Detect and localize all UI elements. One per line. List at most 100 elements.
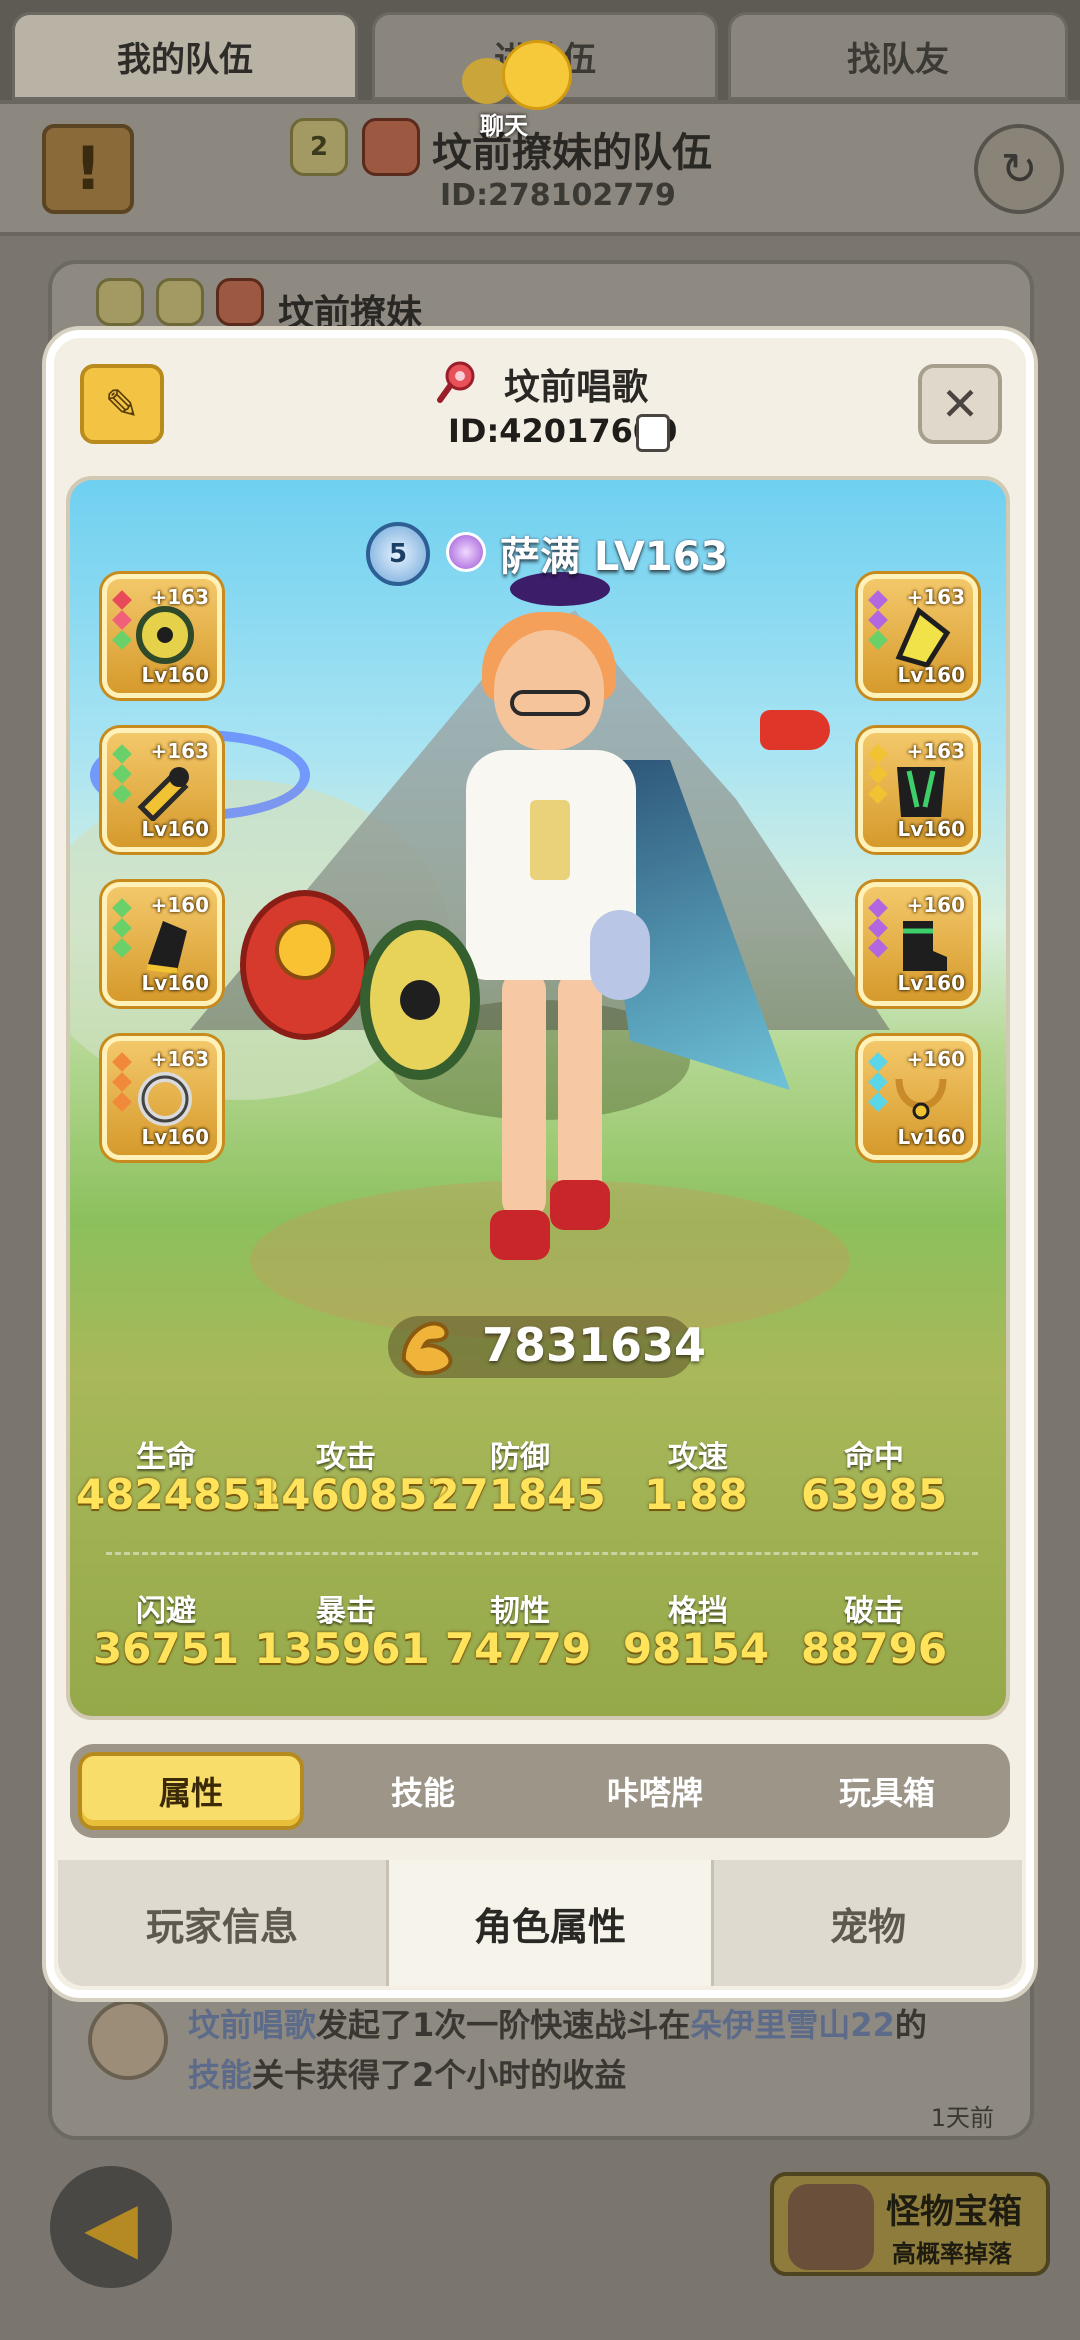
equip-slot-right-3[interactable]: +160 Lv160 [858, 882, 978, 1006]
stat-value-dodge: 36751 [92, 1624, 240, 1673]
character-shoe [550, 1180, 610, 1230]
tab-character-attributes[interactable]: 角色属性 [389, 1860, 711, 1986]
return-icon[interactable]: ↻ [974, 124, 1064, 214]
gem-icon [112, 784, 132, 804]
character-scene: 5 萨满 LV163 +163 Lv160 +163 Lv160 +160 Lv… [66, 476, 1010, 1720]
gem-icon [868, 1052, 888, 1072]
gem-icon [868, 744, 888, 764]
equip-slot-left-4[interactable]: +163 Lv160 [102, 1036, 222, 1160]
activity-feed-item: 坟前唱歌发起了1次一阶快速战斗在朵伊里雪山22的 技能关卡获得了2个小时的收益 … [48, 1980, 1034, 2140]
gem-icon [112, 918, 132, 938]
copy-icon[interactable] [636, 414, 670, 452]
character-glasses [510, 690, 590, 716]
character-leg [558, 970, 602, 1200]
team-level-badge-icon: 2 [290, 118, 348, 176]
equip-plus: +160 [906, 893, 965, 917]
gem-icon [868, 1092, 888, 1112]
feed-line-1: 坟前唱歌发起了1次一阶快速战斗在朵伊里雪山22的 [188, 2000, 927, 2046]
tab-my-team[interactable]: 我的队伍 [12, 12, 358, 100]
chest-title: 怪物宝箱 [886, 2192, 1022, 2232]
feed-player-name[interactable]: 坟前唱歌 [188, 2006, 316, 2044]
gem-icon [868, 630, 888, 650]
stat-value-block: 98154 [622, 1624, 770, 1673]
rocket-projectile [760, 710, 830, 750]
stat-value-atkspd: 1.88 [644, 1470, 748, 1519]
tab-cards[interactable]: 咔嗒牌 [542, 1752, 768, 1830]
equip-slot-right-2[interactable]: +163 Lv160 [858, 728, 978, 852]
member-name: 坟前撩妹 [278, 293, 423, 334]
team-id: ID:278102779 [440, 178, 676, 213]
equip-slot-left-3[interactable]: +160 Lv160 [102, 882, 222, 1006]
class-rank-badge-icon: 5 [366, 522, 430, 586]
member-level-icon [156, 278, 204, 326]
stat-value-tenacity: 74779 [444, 1624, 592, 1673]
tab-skills[interactable]: 技能 [310, 1752, 536, 1830]
feed-link[interactable]: 技能 [188, 2056, 252, 2094]
equip-slot-left-1[interactable]: +163 Lv160 [102, 574, 222, 698]
gloves-gear-icon [146, 921, 187, 974]
equip-plus: +160 [150, 893, 209, 917]
gem-icon [868, 590, 888, 610]
feed-location[interactable]: 朵伊里雪山22 [690, 2006, 895, 2044]
equip-plus: +163 [150, 1047, 209, 1071]
robot-face [275, 920, 335, 980]
tab-toybox[interactable]: 玩具箱 [774, 1752, 1000, 1830]
muscle-power-icon [401, 1321, 453, 1376]
stat-value-crit: 135961 [254, 1624, 430, 1673]
gem-icon [112, 764, 132, 784]
tab-pet[interactable]: 宠物 [714, 1860, 1022, 1986]
feed-text-2: 关卡获得了2个小时的收益 [252, 2056, 627, 2094]
gem-icon [868, 938, 888, 958]
tab-attributes[interactable]: 属性 [78, 1752, 304, 1830]
stat-value-hp: 4824853 [76, 1470, 281, 1519]
necklace-gear-icon [895, 1078, 947, 1120]
tab-find-teammate[interactable]: 找队友 [728, 12, 1068, 100]
helmet-gear-icon [895, 607, 951, 667]
gem-icon [112, 898, 132, 918]
boots-gear-icon [903, 921, 947, 971]
stat-value-atk: 1460857 [252, 1470, 457, 1519]
equip-level: Lv160 [897, 663, 965, 687]
edit-icon[interactable]: ✎ [80, 364, 164, 444]
gem-icon [868, 610, 888, 630]
chat-label: 聊天 [480, 112, 528, 140]
gem-icon [112, 1052, 132, 1072]
stat-value-def: 271845 [430, 1470, 606, 1519]
member-rank-icon [96, 278, 144, 326]
equip-level: Lv160 [897, 1125, 965, 1149]
equip-level: Lv160 [141, 971, 209, 995]
equip-level: Lv160 [897, 971, 965, 995]
equip-slot-right-4[interactable]: +160 Lv160 [858, 1036, 978, 1160]
tab-player-info[interactable]: 玩家信息 [58, 1860, 386, 1986]
equip-slot-right-1[interactable]: +163 Lv160 [858, 574, 978, 698]
chest-subtitle: 高概率掉落 [892, 2240, 1012, 2268]
pin-icon [437, 361, 475, 403]
class-level-text: 萨满 LV163 [500, 534, 729, 580]
gem-icon [868, 918, 888, 938]
team-emblem-icon [362, 118, 420, 176]
equip-slot-left-2[interactable]: +163 Lv160 [102, 728, 222, 852]
chat-button[interactable]: 聊天 [462, 40, 572, 140]
shield-gear-icon [136, 606, 194, 664]
equip-level: Lv160 [141, 1125, 209, 1149]
equip-plus: +163 [906, 739, 965, 763]
stat-value-pierce: 88796 [800, 1624, 948, 1673]
gem-icon [868, 898, 888, 918]
close-icon[interactable]: ✕ [918, 364, 1002, 444]
equip-plus: +163 [150, 739, 209, 763]
back-arrow-icon[interactable]: ◀ [50, 2166, 172, 2288]
equip-plus: +160 [906, 1047, 965, 1071]
gem-icon [112, 1072, 132, 1092]
feed-timestamp: 1天前 [930, 2104, 994, 2132]
monster-chest-button[interactable]: 怪物宝箱 高概率掉落 [770, 2172, 1050, 2276]
feed-text: 发起了1次一阶快速战斗在 [316, 2006, 691, 2044]
member-emblem-icon [216, 278, 264, 326]
gem-icon [868, 1072, 888, 1092]
gem-icon [112, 630, 132, 650]
stat-value-hit: 63985 [800, 1470, 948, 1519]
notice-scroll-button[interactable]: ! [42, 124, 134, 214]
pet-companion [590, 910, 650, 1000]
gem-icon [112, 938, 132, 958]
gem-icon [868, 784, 888, 804]
stat-divider [106, 1552, 978, 1555]
